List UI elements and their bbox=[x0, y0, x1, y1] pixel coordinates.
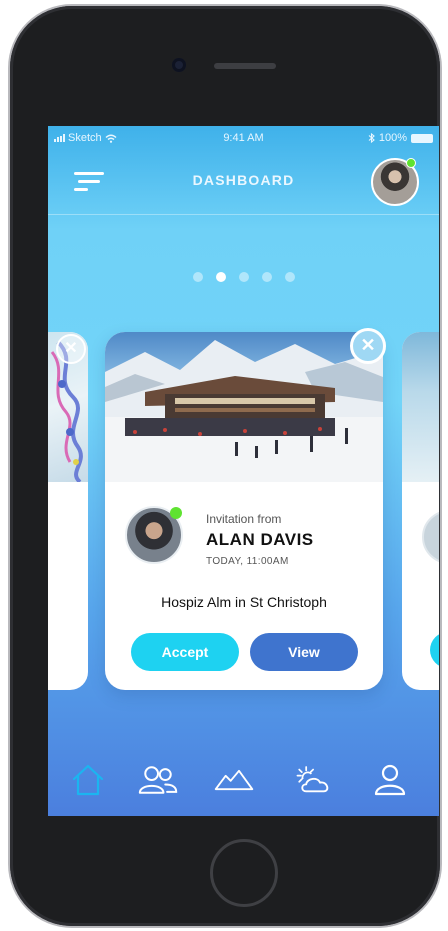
accept-button[interactable]: Accept bbox=[131, 633, 239, 671]
tab-profile[interactable] bbox=[370, 762, 410, 798]
sender-name: ALAN DAVIS bbox=[206, 530, 314, 549]
tab-friends[interactable] bbox=[138, 762, 178, 798]
page-dot[interactable] bbox=[261, 272, 272, 282]
phone-frame: Sketch 9:41 AM 100% DASHBOARD ✕ Invitati… bbox=[10, 6, 440, 926]
page-dot[interactable] bbox=[284, 272, 295, 282]
home-button[interactable] bbox=[210, 839, 278, 907]
page-dot[interactable] bbox=[192, 272, 203, 282]
earpiece-speaker bbox=[214, 63, 276, 69]
venue-photo bbox=[105, 332, 383, 482]
mountains-icon bbox=[214, 769, 254, 791]
tab-weather[interactable] bbox=[294, 762, 334, 798]
tab-mountains[interactable] bbox=[214, 762, 254, 798]
tab-bar bbox=[48, 746, 439, 816]
status-right: 100% bbox=[368, 132, 433, 144]
header-bar: DASHBOARD bbox=[48, 150, 439, 215]
status-bar: Sketch 9:41 AM 100% bbox=[48, 126, 439, 150]
page-dot[interactable] bbox=[238, 272, 249, 282]
invitation-label: Invitation from bbox=[206, 512, 282, 526]
sender-online-dot bbox=[170, 507, 182, 519]
online-status-dot bbox=[406, 158, 416, 168]
weather-icon bbox=[296, 766, 329, 793]
close-previous-card-button[interactable]: ✕ bbox=[56, 334, 86, 364]
tab-home[interactable] bbox=[68, 762, 108, 798]
previous-card[interactable] bbox=[48, 332, 88, 690]
view-button[interactable]: View bbox=[250, 633, 358, 671]
battery-icon bbox=[411, 133, 433, 143]
profile-icon bbox=[374, 764, 406, 796]
next-card-photo bbox=[402, 332, 439, 482]
next-card-avatar bbox=[422, 510, 439, 564]
home-icon bbox=[72, 764, 104, 796]
next-card[interactable] bbox=[402, 332, 439, 690]
venue-name: Hospiz Alm in St Christoph bbox=[161, 594, 327, 610]
bluetooth-icon bbox=[368, 133, 375, 143]
page-indicator bbox=[48, 272, 439, 282]
invitation-datetime: TODAY, 11:00AM bbox=[206, 556, 289, 567]
screen: Sketch 9:41 AM 100% DASHBOARD ✕ Invitati… bbox=[48, 126, 439, 816]
next-card-button[interactable] bbox=[430, 632, 439, 668]
friends-icon bbox=[138, 766, 178, 794]
invitation-card: Invitation from ALAN DAVIS TODAY, 11:00A… bbox=[105, 332, 383, 690]
battery-percent: 100% bbox=[378, 132, 407, 144]
page-dot-active[interactable] bbox=[215, 272, 226, 282]
front-camera bbox=[172, 58, 186, 72]
close-card-button[interactable]: ✕ bbox=[350, 328, 386, 364]
